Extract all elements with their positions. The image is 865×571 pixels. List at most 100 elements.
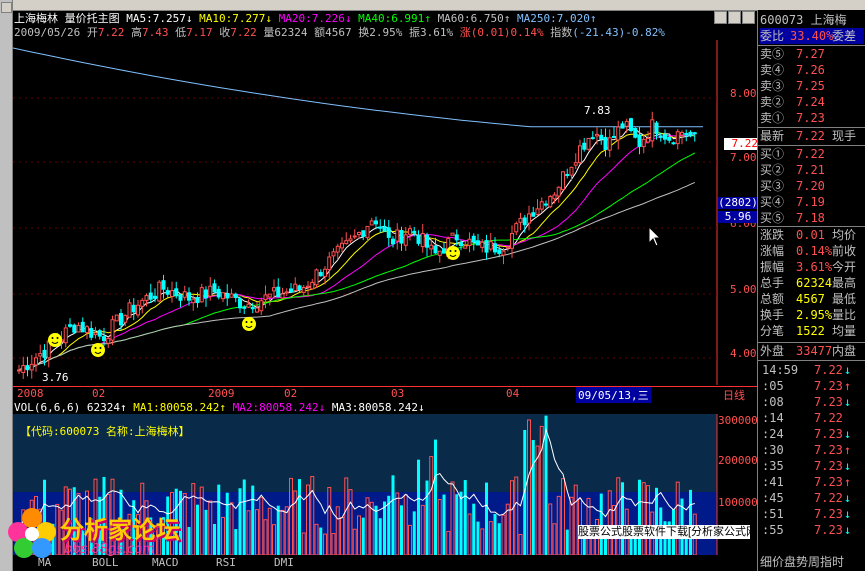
volume-code-label: 【代码:600073 名称:上海梅林】: [20, 425, 190, 438]
ask-row-1-value: 7.23: [796, 111, 825, 125]
candle-body: [340, 242, 344, 249]
candle-body: [531, 212, 536, 217]
bid-row-2-value: 7.21: [796, 163, 825, 177]
candle-body: [310, 281, 315, 290]
stat-row-3-sub: 最高: [832, 276, 857, 290]
tick-row: :35 7.23 ↓: [762, 458, 862, 474]
candle-body: [403, 234, 408, 246]
candle-body: [688, 131, 693, 137]
site-banner: 股票公式股票软件下载[分析家公式网www.88gs.com]: [578, 525, 750, 539]
candle-body: [369, 220, 374, 226]
stat-row-2-label: 振幅: [760, 260, 785, 274]
tick-row: :30 7.23 ↑: [762, 442, 862, 458]
ma60-value: MA60:6.750: [437, 12, 504, 25]
candle-body: [293, 283, 298, 292]
candle-body: [187, 292, 191, 301]
weibi-value: 33.40%: [790, 29, 834, 43]
price-chart[interactable]: [13, 40, 757, 385]
candle-body: [391, 238, 395, 245]
volume-bar-down: [378, 518, 382, 555]
candle-body: [476, 240, 480, 246]
tick-row: :05 7.23 ↑: [762, 378, 862, 394]
outer-inner-row: 外盘 33477 内盘: [760, 343, 864, 359]
tick-time: :51: [762, 507, 784, 521]
volume-bar-down: [417, 459, 420, 555]
candle-body: [170, 290, 174, 297]
candle-body: [85, 326, 89, 334]
candle-body: [301, 287, 306, 293]
ma20-arrow: ↓: [344, 12, 352, 25]
indicator-name[interactable]: 量价托主图: [65, 12, 120, 25]
candle-body: [327, 256, 332, 271]
candle-body: [297, 285, 302, 290]
latest-label: 最新: [760, 129, 785, 143]
stat-row-4-value: 4567: [796, 292, 825, 306]
idx-value: (-21.43)-0.82%: [572, 26, 665, 39]
chg-value: (0.01)0.14%: [470, 26, 544, 39]
smiley-eye: [99, 347, 102, 349]
stat-row-2-value: 3.61%: [796, 260, 833, 274]
candle-body: [442, 248, 446, 254]
ma-info-line: 上海梅林 量价托主图 MA5:7.257↓ MA10:7.277↓ MA20:7…: [14, 12, 597, 25]
tick-row: :55 7.23 ↓: [762, 522, 862, 538]
tick-direction-icon: ↓: [844, 395, 852, 409]
volume-bar-down: [442, 494, 446, 555]
ask-row-1-label: 卖①: [760, 111, 785, 125]
volume-bar-down: [565, 529, 569, 555]
candle-body: [263, 294, 268, 301]
candle-body: [352, 235, 357, 238]
candle-body: [225, 293, 230, 299]
chg-label: 涨: [459, 26, 471, 39]
vol-title[interactable]: VOL(6,6,6): [14, 401, 80, 414]
volume-bar-down: [213, 524, 216, 555]
candle-body: [148, 292, 153, 300]
quote-footer-tabs[interactable]: 细价盘势周指时: [760, 553, 844, 570]
tick-price: 7.23: [814, 475, 843, 489]
candle-body: [136, 304, 140, 316]
minimize-icon[interactable]: [714, 11, 727, 24]
candle-body: [157, 281, 162, 302]
candle-body: [348, 238, 353, 242]
scroll-button[interactable]: [1, 2, 12, 13]
open-value: 7.22: [97, 26, 125, 39]
candle-body: [484, 240, 489, 253]
stat-row-5-value: 2.95%: [796, 308, 833, 322]
bid-row-2: 买② 7.21: [760, 162, 864, 178]
tick-row: :41 7.23 ↑: [762, 474, 862, 490]
weibi-label: 委比: [760, 29, 785, 43]
candle-body: [578, 145, 582, 164]
stat-row-0-value: 0.01: [796, 228, 825, 242]
candle-body: [272, 287, 276, 292]
ask-row-3: 卖③ 7.25: [760, 78, 864, 94]
tick-row: :14 7.22: [762, 410, 862, 426]
period-unit[interactable]: 日线: [723, 387, 745, 403]
candle-body: [552, 194, 557, 200]
candle-body: [68, 324, 72, 327]
tab-dmi[interactable]: DMI: [274, 555, 294, 571]
window-controls[interactable]: [712, 11, 756, 24]
ma60-arrow: ↑: [503, 12, 511, 25]
tab-rsi[interactable]: RSI: [216, 555, 236, 571]
close-icon[interactable]: [742, 11, 755, 24]
candle-body: [454, 234, 459, 241]
candle-body: [505, 246, 510, 249]
candle-body: [395, 229, 400, 242]
left-scrollbar[interactable]: [0, 0, 13, 571]
bid-row-5: 买⑤ 7.18: [760, 210, 864, 226]
candle-body: [38, 353, 43, 357]
stock-name: 上海梅林: [14, 12, 58, 25]
volume-bar-down: [476, 521, 480, 555]
tick-time: :05: [762, 379, 784, 393]
candle-body: [620, 123, 625, 129]
tick-row: :51 7.23 ↓: [762, 506, 862, 522]
candle-body: [233, 293, 238, 299]
vol-label: 量: [263, 26, 275, 39]
candle-body: [616, 126, 621, 141]
date-2009: 2009: [208, 387, 235, 400]
tick-direction-icon: ↓: [844, 523, 852, 537]
restore-icon[interactable]: [728, 11, 741, 24]
candle-body: [590, 137, 595, 140]
candle-body: [637, 134, 642, 147]
candle-body: [522, 217, 527, 226]
bid-row-4: 买④ 7.19: [760, 194, 864, 210]
